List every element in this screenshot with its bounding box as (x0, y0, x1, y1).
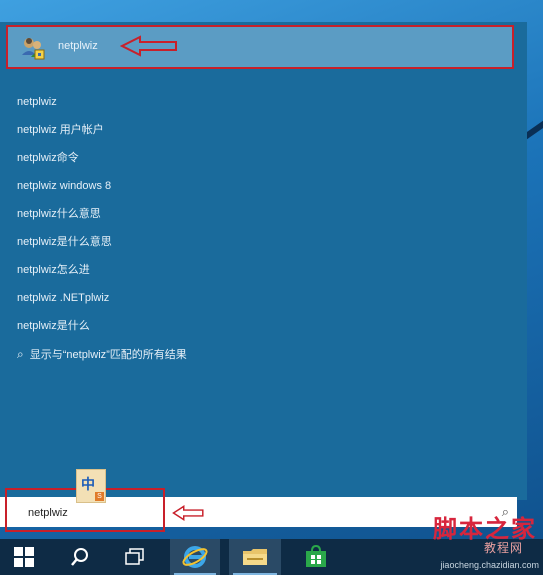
suggestion-item[interactable]: netplwiz是什么意思 (0, 232, 527, 260)
file-explorer-button[interactable] (229, 539, 281, 575)
suggestion-list: netplwiz netplwiz 用户帐户 netplwiz命令 netplw… (0, 92, 527, 344)
annotation-box-best-match (6, 25, 514, 69)
internet-explorer-icon (182, 546, 208, 568)
watermark-url: jiaocheng.chazidian.com (440, 560, 539, 570)
ime-mode-label: 中 (81, 476, 95, 492)
suggestion-item[interactable]: netplwiz什么意思 (0, 204, 527, 232)
suggestion-item[interactable]: netplwiz .NETplwiz (0, 288, 527, 316)
suggestion-item[interactable]: netplwiz (0, 92, 527, 120)
task-view-icon (125, 548, 144, 565)
store-icon (306, 545, 326, 567)
ime-badge: S (95, 492, 104, 501)
suggestion-item[interactable]: netplwiz 用户帐户 (0, 120, 527, 148)
suggestion-item[interactable]: netplwiz是什么 (0, 316, 527, 344)
start-button[interactable] (0, 539, 48, 575)
watermark: 脚本之家 教程网 jiaocheng.chazidian.com (383, 505, 543, 575)
taskbar-search-button[interactable] (60, 539, 100, 575)
ime-indicator[interactable]: 中 S (76, 469, 106, 503)
watermark-subtitle: 教程网 (483, 541, 523, 555)
search-results-panel: netplwiz netplwiz netplwiz 用户帐户 netplwiz… (0, 22, 527, 500)
search-icon (71, 548, 88, 566)
suggestion-item[interactable]: netplwiz windows 8 (0, 176, 527, 204)
suggestion-item[interactable]: netplwiz怎么进 (0, 260, 527, 288)
file-explorer-icon (243, 549, 267, 565)
annotation-arrow-search-input (172, 505, 204, 521)
start-icon (14, 547, 34, 567)
annotation-arrow-best-match (120, 35, 177, 57)
suggestion-item[interactable]: netplwiz命令 (0, 148, 527, 176)
store-button[interactable] (292, 539, 340, 575)
search-icon: ⌕ (17, 346, 24, 361)
task-view-button[interactable] (115, 539, 155, 575)
show-all-results-link[interactable]: ⌕ 显示与“netplwiz”匹配的所有结果 (17, 346, 187, 362)
internet-explorer-button[interactable] (170, 539, 220, 575)
show-all-results-label: 显示与“netplwiz”匹配的所有结果 (29, 349, 187, 361)
